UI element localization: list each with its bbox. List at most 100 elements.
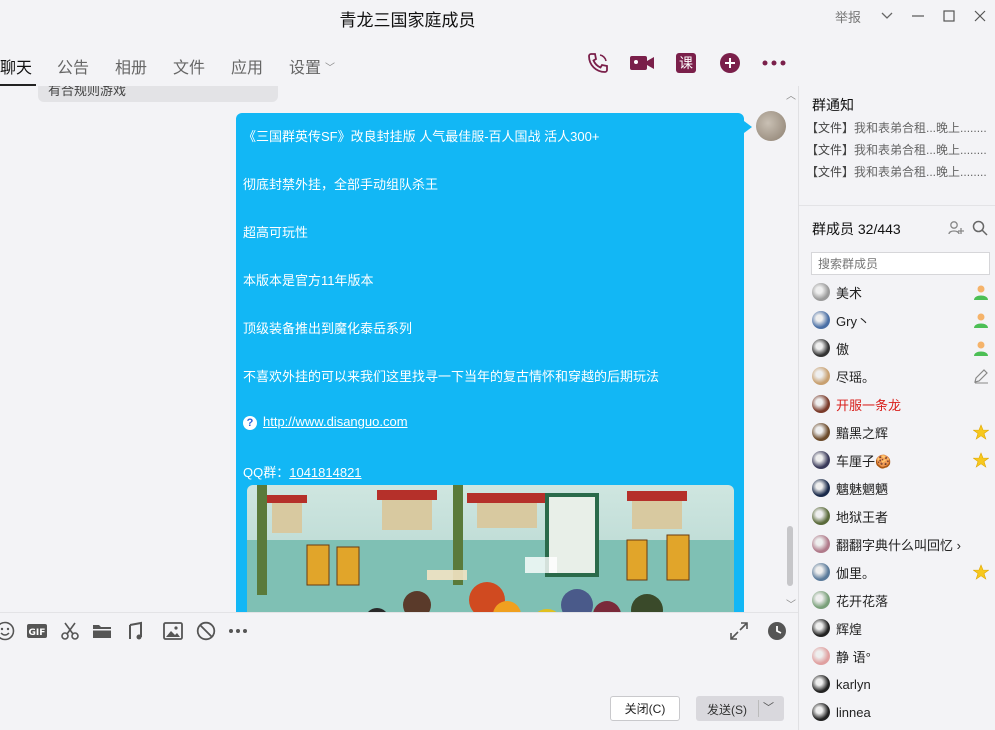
member-row[interactable]: 魑魅魍魉 — [812, 477, 995, 499]
tab-album[interactable]: 相册 — [115, 54, 147, 78]
notice-item[interactable]: 【文件】我和表弟合租...晚上........ — [806, 141, 991, 158]
member-name: 翻翻字典什么叫回忆 › — [836, 537, 961, 553]
avatar[interactable] — [812, 283, 830, 301]
video-icon[interactable] — [626, 50, 658, 76]
tab-announcement[interactable]: 公告 — [57, 54, 89, 78]
member-row[interactable]: 地狱王者 — [812, 505, 995, 527]
send-button[interactable]: 发送(S) ﹀ — [696, 696, 784, 721]
input-divider — [0, 612, 798, 613]
notice-text: 我和表弟合租...晚上 — [854, 143, 961, 157]
report-link[interactable]: 举报 — [835, 7, 861, 26]
member-row[interactable]: 辉煌 — [812, 617, 995, 639]
member-row[interactable]: linnea — [812, 701, 995, 723]
history-clock-icon[interactable] — [766, 620, 788, 642]
avatar[interactable] — [812, 367, 830, 385]
chat-history[interactable]: 有合规则游戏 《三国群英传SF》改良封挂版 人气最佳服-百人国战 活人300+ … — [0, 86, 798, 612]
members-actions — [948, 220, 988, 241]
edit-icon[interactable] — [972, 367, 990, 385]
member-row[interactable]: 尽瑶。 — [812, 365, 995, 387]
avatar[interactable] — [812, 507, 830, 525]
member-name: 美术 — [836, 285, 863, 301]
avatar[interactable] — [812, 395, 830, 413]
message-input[interactable] — [0, 648, 798, 688]
member-name: 尽瑶。 — [836, 369, 876, 385]
admin-icon — [972, 311, 990, 329]
shake-icon[interactable] — [195, 620, 217, 642]
member-name: 地狱王者 — [836, 509, 889, 525]
member-row[interactable]: karlyn — [812, 673, 995, 695]
avatar[interactable] — [812, 703, 830, 721]
tab-chat[interactable]: 聊天 — [0, 54, 32, 78]
tab-settings[interactable]: 设置 ﹀ — [289, 54, 335, 78]
message-bubble[interactable]: 《三国群英传SF》改良封挂版 人气最佳服-百人国战 活人300+ 彻底封禁外挂，… — [236, 113, 744, 612]
member-search-input[interactable] — [811, 252, 990, 275]
member-row[interactable]: Gry丶 — [812, 309, 995, 331]
star-icon — [972, 563, 990, 581]
avatar[interactable] — [812, 591, 830, 609]
notice-item[interactable]: 【文件】我和表弟合租...晚上........ — [806, 163, 991, 180]
avatar[interactable] — [812, 647, 830, 665]
avatar[interactable] — [812, 535, 830, 553]
gif-icon[interactable]: GIF — [26, 620, 48, 642]
qq-group-number-link[interactable]: 1041814821 — [289, 465, 361, 480]
tab-files[interactable]: 文件 — [173, 54, 205, 78]
avatar[interactable] — [812, 479, 830, 497]
scroll-down-icon[interactable]: ﹀ — [786, 596, 796, 611]
unverified-link-icon: ? — [243, 416, 257, 430]
member-row[interactable]: 花开花落 — [812, 589, 995, 611]
avatar[interactable] — [812, 311, 830, 329]
member-row[interactable]: 黯黑之辉 — [812, 421, 995, 443]
game-screenshot-image[interactable] — [247, 485, 734, 612]
chevron-down-icon[interactable]: ﹀ — [763, 699, 774, 715]
send-button-separator — [758, 700, 759, 717]
chevron-down-icon[interactable] — [871, 1, 902, 31]
minimize-icon[interactable] — [902, 1, 933, 31]
close-button[interactable]: 关闭(C) — [610, 696, 680, 721]
avatar[interactable] — [812, 563, 830, 581]
star-icon — [972, 451, 990, 469]
website-link[interactable]: http://www.disanguo.com — [263, 414, 408, 429]
add-icon[interactable] — [714, 50, 746, 76]
send-button-label: 发送(S) — [707, 703, 747, 717]
notice-item[interactable]: 【文件】我和表弟合租...晚上........ — [806, 119, 991, 136]
group-notice-title: 群通知 — [812, 97, 854, 113]
invite-member-icon[interactable] — [948, 220, 964, 241]
member-name: 伽里。 — [836, 565, 876, 581]
member-row[interactable]: 傲 — [812, 337, 995, 359]
phone-icon[interactable] — [582, 50, 614, 76]
member-row[interactable]: 美术 — [812, 281, 995, 303]
music-icon[interactable] — [126, 620, 148, 642]
avatar[interactable] — [812, 451, 830, 469]
lesson-icon[interactable]: 课 — [670, 50, 702, 76]
members-title: 群成员 32/443 — [812, 221, 901, 237]
scissors-icon[interactable] — [59, 620, 81, 642]
message-line: 《三国群英传SF》改良封挂版 人气最佳服-百人国战 活人300+ — [243, 129, 600, 144]
maximize-icon[interactable] — [933, 1, 964, 31]
avatar[interactable] — [812, 339, 830, 357]
tab-apps[interactable]: 应用 — [231, 54, 263, 78]
member-name: 花开花落 — [836, 593, 889, 609]
avatar[interactable] — [756, 111, 786, 141]
chat-scrollbar[interactable] — [787, 526, 793, 586]
emoji-icon[interactable] — [0, 620, 16, 642]
folder-icon[interactable] — [91, 620, 113, 642]
expand-icon[interactable] — [728, 620, 750, 642]
notice-prefix: 【文件】 — [806, 143, 855, 157]
avatar[interactable] — [812, 619, 830, 637]
more-icon[interactable] — [758, 50, 790, 76]
more-dots-icon[interactable] — [227, 620, 249, 642]
search-icon[interactable] — [972, 220, 988, 241]
image-icon[interactable] — [162, 620, 184, 642]
member-row[interactable]: 静 语° — [812, 645, 995, 667]
scroll-up-icon[interactable]: ︿ — [786, 87, 796, 102]
member-row[interactable]: 伽里。 — [812, 561, 995, 583]
close-icon[interactable] — [964, 1, 995, 31]
avatar[interactable] — [812, 675, 830, 693]
member-row[interactable]: 车厘子🍪 — [812, 449, 995, 471]
member-row[interactable]: 翻翻字典什么叫回忆 › — [812, 533, 995, 555]
notice-text: 我和表弟合租...晚上 — [854, 121, 961, 135]
member-name: Gry丶 — [836, 313, 870, 329]
member-row[interactable]: 开服一条龙 — [812, 393, 995, 415]
message-line: 超高可玩性 — [243, 225, 309, 240]
avatar[interactable] — [812, 423, 830, 441]
